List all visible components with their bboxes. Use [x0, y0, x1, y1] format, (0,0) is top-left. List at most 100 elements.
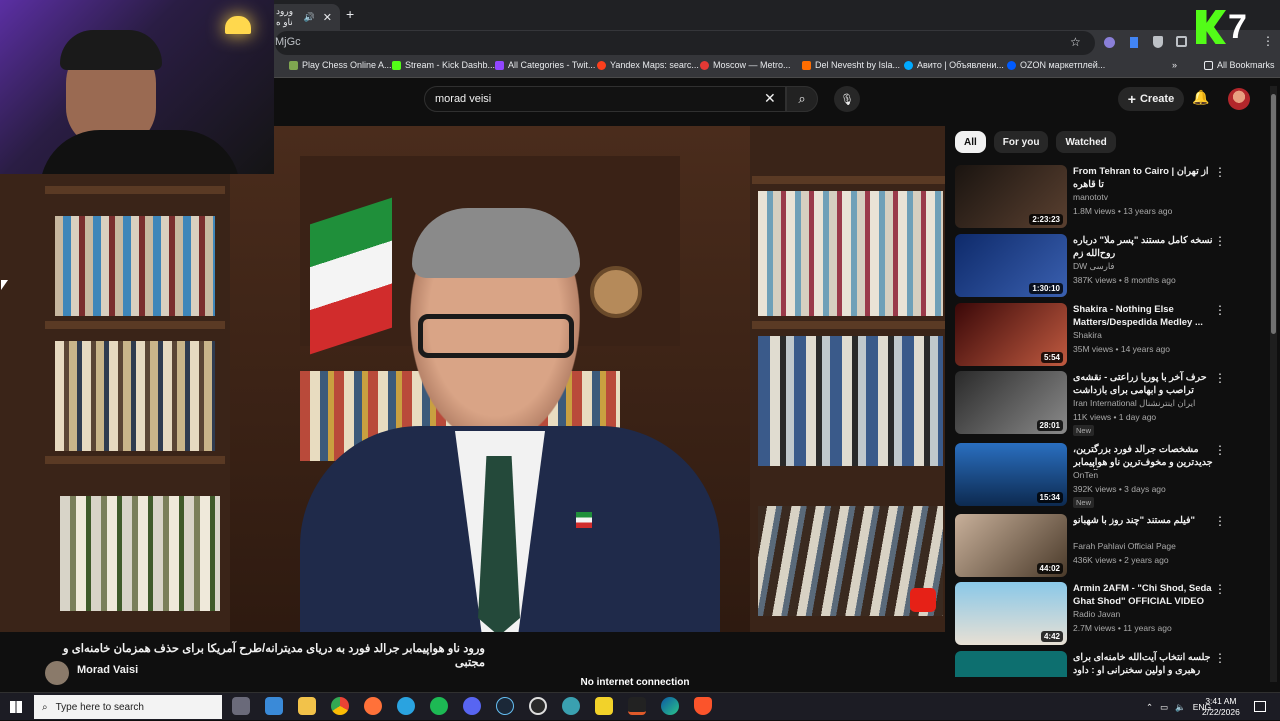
audio-icon[interactable]: 🔊: [304, 12, 315, 23]
bookmark-item[interactable]: Stream - Kick Dashb...: [392, 60, 495, 70]
recommendation-item[interactable]: 44:02 فیلم مستند "چند روز با شهبانو" Far…: [955, 514, 1235, 578]
bookmarks-overflow-icon[interactable]: »: [1172, 60, 1177, 70]
video-title[interactable]: نسخه کامل مستند "پسر ملا" درباره روح‌الل…: [1073, 234, 1215, 260]
chip-all[interactable]: All: [955, 131, 986, 153]
bookmark-item[interactable]: Play Chess Online A...: [289, 60, 392, 70]
channel-avatar[interactable]: [45, 661, 69, 685]
taskbar-clock[interactable]: 3:41 AM 2/22/2026: [1202, 696, 1240, 718]
bookmark-item[interactable]: Yandex Maps: searc...: [597, 60, 699, 70]
address-bar[interactable]: MjGc: [275, 31, 1095, 55]
more-menu-icon[interactable]: ⋮: [1262, 34, 1274, 48]
video-title[interactable]: جلسه انتخاب آیت‌الله خامنه‌ای برای رهبری…: [1073, 651, 1215, 677]
video-title[interactable]: فیلم مستند "چند روز با شهبانو": [1073, 514, 1215, 527]
recommendation-item[interactable]: 5:54 Shakira - Nothing Else Matters/Desp…: [955, 303, 1235, 367]
close-tab-icon[interactable]: ✕: [323, 11, 332, 24]
recommendation-item[interactable]: 1:30:10 نسخه کامل مستند "پسر ملا" درباره…: [955, 234, 1235, 298]
account-avatar[interactable]: [1228, 88, 1250, 110]
shield-icon[interactable]: [1153, 36, 1163, 48]
bookmark-item[interactable]: Авито | Объявлени...: [904, 60, 1004, 70]
video-title[interactable]: مشخصات جرالد فورد بزرگترین، جدیدترین و م…: [1073, 443, 1215, 470]
scrollbar-thumb[interactable]: [1271, 94, 1276, 334]
star-icon[interactable]: ☆: [1070, 35, 1081, 49]
search-input[interactable]: morad veisi: [424, 86, 786, 112]
channel-name[interactable]: Radio Javan: [1073, 609, 1120, 619]
more-options-icon[interactable]: ⋮: [1214, 651, 1226, 665]
chrome-icon[interactable]: [331, 697, 349, 715]
vpn-icon[interactable]: [562, 697, 580, 715]
video-thumbnail[interactable]: 28:01: [955, 371, 1067, 434]
video-player[interactable]: [0, 126, 945, 632]
more-options-icon[interactable]: ⋮: [1214, 371, 1226, 385]
bookmark-item[interactable]: OZON маркетплей...: [1007, 60, 1105, 70]
create-button[interactable]: + Create: [1118, 87, 1184, 111]
spotify-icon[interactable]: [430, 697, 448, 715]
extension-icon[interactable]: [1130, 37, 1138, 48]
video-thumbnail[interactable]: 1:30:10: [955, 234, 1067, 297]
windows-start-icon[interactable]: [10, 701, 22, 713]
channel-name[interactable]: Iran International ایران اینترنشنال: [1073, 398, 1195, 409]
video-thumbnail[interactable]: 15:34: [955, 443, 1067, 506]
video-title[interactable]: حرف آخر با پوریا زراعتی - نقشه‌ی تراصب و…: [1073, 371, 1215, 398]
bookmark-item[interactable]: Moscow — Metro...: [700, 60, 791, 70]
more-options-icon[interactable]: ⋮: [1214, 443, 1226, 457]
recommendation-item[interactable]: 2:23:23 From Tehran to Cairo | از تهران …: [955, 165, 1235, 229]
more-options-icon[interactable]: ⋮: [1214, 234, 1226, 248]
app-icon[interactable]: [595, 697, 613, 715]
obs-icon[interactable]: [529, 697, 547, 715]
video-thumbnail[interactable]: 44:02: [955, 514, 1067, 577]
steam-icon[interactable]: [496, 697, 514, 715]
more-options-icon[interactable]: ⋮: [1214, 582, 1226, 596]
all-bookmarks-button[interactable]: All Bookmarks: [1204, 60, 1275, 70]
browser-tab[interactable]: ورود ناو ه 🔊 ✕: [268, 4, 340, 30]
recommendation-item[interactable]: 15:34 مشخصات جرالد فورد بزرگترین، جدیدتر…: [955, 443, 1235, 508]
channel-name[interactable]: manototv: [1073, 192, 1108, 202]
video-title[interactable]: From Tehran to Cairo | از تهران تا قاهره: [1073, 165, 1215, 191]
search-button[interactable]: ⌕: [786, 86, 818, 112]
edge-icon[interactable]: [661, 697, 679, 715]
recommendation-item[interactable]: جلسه انتخاب آیت‌الله خامنه‌ای برای رهبری…: [955, 651, 1235, 677]
new-tab-button[interactable]: +: [346, 6, 354, 22]
firefox-icon[interactable]: [364, 697, 382, 715]
network-icon[interactable]: ▭: [1160, 702, 1168, 713]
notifications-bell-icon[interactable]: 🔔: [1192, 89, 1209, 106]
chip-for-you[interactable]: For you: [993, 131, 1049, 153]
channel-watermark-icon: [910, 588, 936, 612]
file-explorer-icon[interactable]: [298, 697, 316, 715]
bookmark-item[interactable]: Del Nevesht by Isla...: [802, 60, 900, 70]
notification-center-icon[interactable]: [1254, 701, 1266, 712]
channel-name-main[interactable]: Morad Vaisi: [77, 664, 138, 676]
more-options-icon[interactable]: ⋮: [1214, 303, 1226, 317]
chip-watched[interactable]: Watched: [1056, 131, 1116, 153]
more-options-icon[interactable]: ⋮: [1214, 514, 1226, 528]
extension-icon[interactable]: [1104, 37, 1115, 48]
video-thumbnail[interactable]: [955, 651, 1067, 677]
taskbar-search-box[interactable]: ⌕ Type here to search: [34, 695, 222, 719]
bookmark-item[interactable]: All Categories - Twit...: [495, 60, 595, 70]
channel-name[interactable]: Farah Pahlavi Official Page: [1073, 541, 1176, 551]
recommendation-item[interactable]: 4:42 Armin 2AFM - "Chi Shod, Seda Ghat S…: [955, 582, 1235, 646]
video-title[interactable]: Shakira - Nothing Else Matters/Despedida…: [1073, 303, 1215, 329]
channel-name[interactable]: DW فارسی: [1073, 261, 1115, 272]
video-thumbnail[interactable]: 2:23:23: [955, 165, 1067, 228]
task-view-icon[interactable]: [232, 697, 250, 715]
video-meta: 2.7M views • 11 years ago: [1073, 623, 1172, 633]
clear-search-icon[interactable]: ✕: [764, 90, 776, 107]
discord-icon[interactable]: [463, 697, 481, 715]
telegram-icon[interactable]: [397, 697, 415, 715]
channel-name[interactable]: Shakira: [1073, 330, 1102, 340]
video-thumbnail[interactable]: 5:54: [955, 303, 1067, 366]
channel-name[interactable]: OnTen: [1073, 470, 1098, 480]
video-title[interactable]: Armin 2AFM - "Chi Shod, Seda Ghat Shod" …: [1073, 582, 1215, 608]
video-thumbnail[interactable]: 4:42: [955, 582, 1067, 645]
volume-icon[interactable]: 🔈: [1175, 702, 1186, 713]
recommendation-item[interactable]: 28:01 حرف آخر با پوریا زراعتی - نقشه‌ی ت…: [955, 371, 1235, 436]
chevron-up-icon[interactable]: ⌃: [1146, 702, 1153, 713]
more-options-icon[interactable]: ⋮: [1214, 165, 1226, 179]
premiere-icon[interactable]: [628, 697, 646, 715]
voice-search-button[interactable]: 🎙: [834, 86, 860, 112]
k-logo-icon: [1196, 10, 1226, 44]
mail-icon[interactable]: [265, 697, 283, 715]
page-scrollbar[interactable]: [1270, 86, 1277, 682]
brave-icon[interactable]: [694, 697, 712, 715]
puzzle-icon[interactable]: [1176, 36, 1187, 47]
